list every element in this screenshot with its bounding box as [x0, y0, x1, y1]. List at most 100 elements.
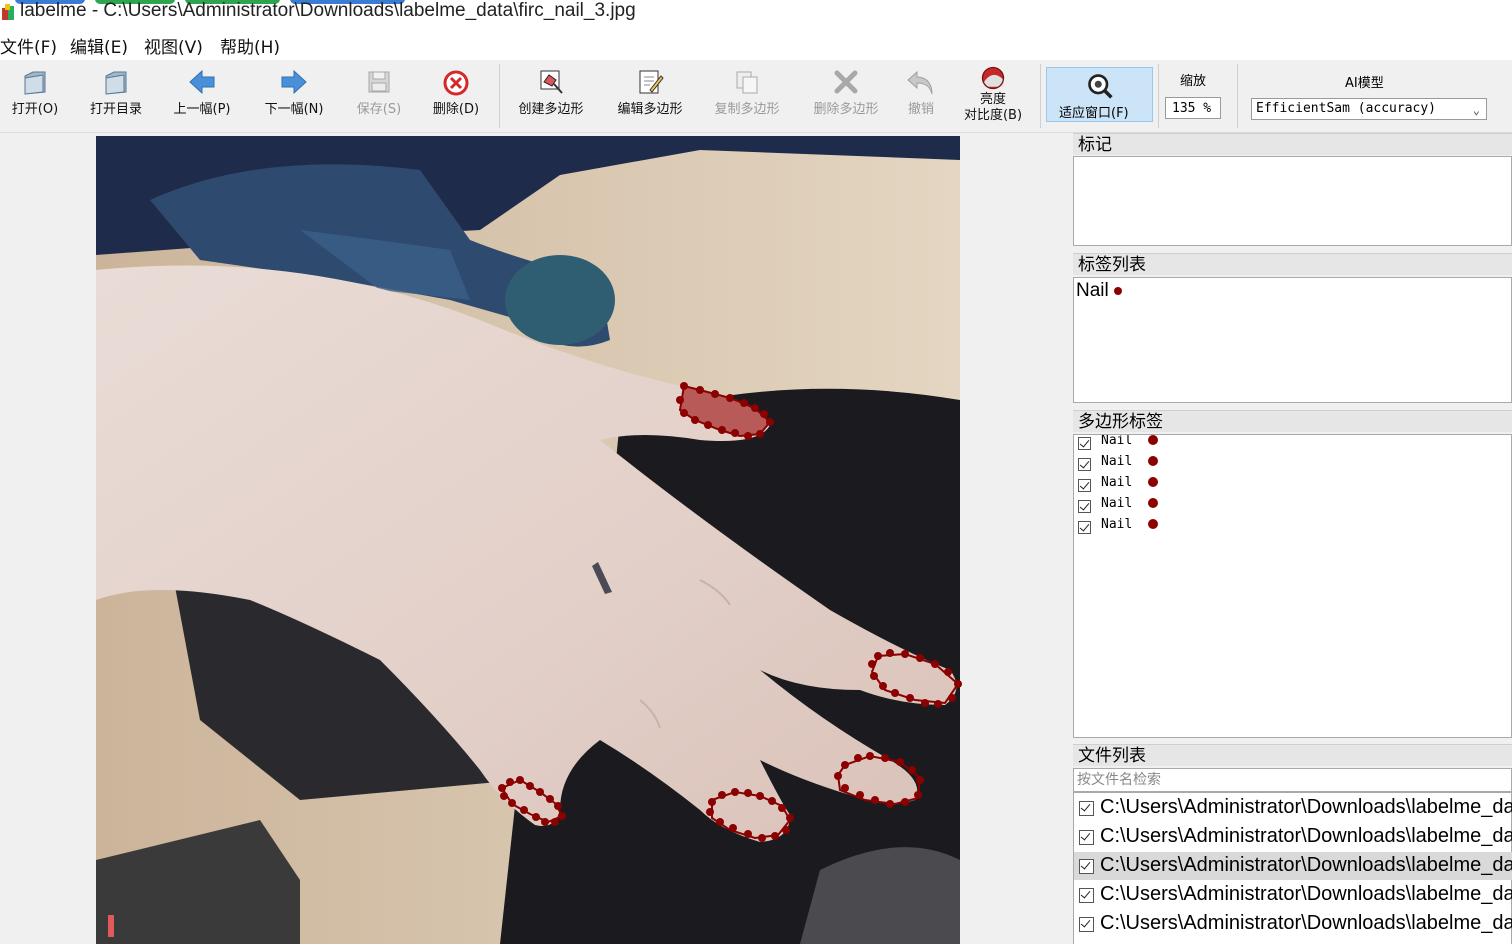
polygon-color-dot [1148, 519, 1158, 529]
files-panel-title: 文件列表 [1073, 744, 1512, 766]
polygon-color-dot [1148, 477, 1158, 487]
polygon-visible-checkbox[interactable] [1078, 521, 1091, 534]
ai-model-value: EfficientSam (accuracy) [1256, 101, 1437, 116]
open-dir-label: 打开目录 [89, 102, 142, 117]
edit-polygon-button[interactable]: 编辑多边形 [611, 66, 689, 118]
polygon-visible-checkbox[interactable] [1078, 500, 1091, 513]
toolbar: 打开(O) 打开目录 上一幅(P) 下一幅(N) 保存(S) 删除(D) 创建多… [0, 60, 1512, 133]
polygon-label: Nail [1101, 496, 1133, 511]
label-color-dot [1114, 287, 1123, 295]
edit-pencil-icon [639, 70, 664, 94]
label-list-item[interactable]: Nail [1076, 280, 1123, 302]
ai-model-select[interactable]: EfficientSam (accuracy) ⌄ [1251, 98, 1487, 120]
open-button[interactable]: 打开(O) [6, 66, 64, 118]
fit-window-button[interactable]: 适应窗口(F) [1046, 67, 1153, 122]
polygon-color-dot [1148, 435, 1158, 445]
copy-polygon-button[interactable]: 复制多边形 [708, 66, 786, 118]
labels-panel-title: 标签列表 [1073, 253, 1512, 275]
floppy-disk-icon [368, 71, 390, 93]
contrast-label: 对比度(B) [963, 108, 1023, 123]
label-name: Nail [1076, 280, 1109, 301]
menu-view[interactable]: 视图(V) [144, 33, 203, 58]
flags-panel-title: 标记 [1073, 133, 1512, 155]
save-button[interactable]: 保存(S) [352, 66, 406, 118]
folder-open-icon [105, 71, 127, 95]
delete-polygon-label: 删除多边形 [813, 102, 879, 117]
file-list-item[interactable]: C:\Users\Administrator\Downloads\labelme… [1074, 910, 1512, 938]
file-path: C:\Users\Administrator\Downloads\labelme… [1100, 796, 1512, 818]
delete-file-label: 删除(D) [432, 102, 480, 117]
polygons-panel-title: 多边形标签 [1073, 410, 1512, 432]
zoom-input[interactable]: 135 % [1165, 97, 1221, 119]
undo-label: 撤销 [907, 102, 934, 117]
file-list-item[interactable]: C:\Users\Administrator\Downloads\labelme… [1074, 881, 1512, 909]
polygon-visible-checkbox[interactable] [1078, 479, 1091, 492]
prev-image-button[interactable]: 上一幅(P) [167, 66, 237, 118]
next-image-button[interactable]: 下一幅(N) [259, 66, 329, 118]
save-label: 保存(S) [356, 102, 402, 117]
flags-panel [1073, 156, 1512, 246]
file-list-item-selected[interactable]: C:\Users\Administrator\Downloads\labelme… [1074, 852, 1512, 880]
create-polygon-icon [540, 70, 563, 94]
file-checkbox[interactable] [1079, 888, 1094, 903]
polygon-list-panel: Nail Nail Nail Nail Nail [1073, 434, 1512, 738]
menu-file[interactable]: 文件(F) [0, 33, 57, 58]
file-list-item[interactable]: C:\Users\Administrator\Downloads\labelme… [1074, 794, 1512, 822]
menu-help[interactable]: 帮助(H) [220, 33, 280, 58]
labelme-app-icon [2, 4, 14, 20]
toolbar-separator [1237, 64, 1238, 128]
undo-arrow-icon [907, 70, 933, 95]
fit-window-label: 适应窗口(F) [1059, 106, 1129, 121]
copy-polygon-label: 复制多边形 [714, 102, 780, 117]
file-list-item[interactable]: C:\Users\Administrator\Downloads\labelme… [1074, 823, 1512, 851]
file-checkbox[interactable] [1079, 801, 1094, 816]
brightness-label: 亮度 [979, 92, 1006, 107]
file-path: C:\Users\Administrator\Downloads\labelme… [1100, 883, 1512, 905]
undo-button[interactable]: 撤销 [904, 66, 938, 118]
copy-icon [736, 71, 758, 94]
file-checkbox[interactable] [1079, 859, 1094, 874]
prev-label: 上一幅(P) [173, 102, 231, 117]
open-dir-button[interactable]: 打开目录 [84, 66, 148, 118]
create-polygon-label: 创建多边形 [518, 102, 584, 117]
window-title: labelme - C:\Users\Administrator\Downloa… [20, 0, 636, 21]
delete-file-button[interactable]: 删除(D) [429, 66, 483, 118]
zoom-label: 缩放 [1180, 74, 1207, 89]
polygon-color-dot [1148, 456, 1158, 466]
folder-open-icon [24, 71, 46, 95]
brightness-contrast-button[interactable]: 亮度 对比度(B) [956, 64, 1030, 124]
toolbar-separator [499, 64, 500, 128]
create-polygon-button[interactable]: 创建多边形 [512, 66, 590, 118]
menu-bar: 文件(F) 编辑(E) 视图(V) 帮助(H) [0, 28, 1512, 60]
close-x-icon [834, 70, 858, 94]
file-path: C:\Users\Administrator\Downloads\labelme… [1100, 854, 1512, 876]
brightness-contrast-icon [981, 66, 1005, 90]
arrow-right-icon [281, 69, 307, 95]
title-bar: labelme - C:\Users\Administrator\Downloa… [0, 0, 1512, 28]
polygon-label: Nail [1101, 517, 1133, 532]
file-path: C:\Users\Administrator\Downloads\labelme… [1100, 825, 1512, 847]
next-label: 下一幅(N) [264, 102, 324, 117]
file-path: C:\Users\Administrator\Downloads\labelme… [1100, 912, 1512, 934]
delete-polygon-button[interactable]: 删除多边形 [807, 66, 885, 118]
toolbar-separator [1040, 64, 1041, 128]
polygon-label: Nail [1101, 475, 1133, 490]
polygon-visible-checkbox[interactable] [1078, 458, 1091, 471]
arrow-left-icon [189, 69, 215, 95]
polygon-label: Nail [1101, 434, 1133, 448]
image-canvas[interactable] [0, 133, 1068, 944]
file-checkbox[interactable] [1079, 830, 1094, 845]
toolbar-separator [1158, 64, 1159, 128]
file-checkbox[interactable] [1079, 917, 1094, 932]
open-label: 打开(O) [11, 102, 59, 117]
polygon-label: Nail [1101, 454, 1133, 469]
menu-edit[interactable]: 编辑(E) [70, 33, 128, 58]
polygon-color-dot [1148, 498, 1158, 508]
photo-view [96, 136, 962, 944]
file-search-input[interactable]: 按文件名检索 [1073, 768, 1512, 792]
polygon-visible-checkbox[interactable] [1078, 437, 1091, 450]
label-list-panel: Nail [1073, 277, 1512, 403]
delete-circle-icon [443, 70, 469, 96]
magnifier-icon [1088, 74, 1113, 99]
ai-model-label: AI模型 [1345, 76, 1384, 91]
